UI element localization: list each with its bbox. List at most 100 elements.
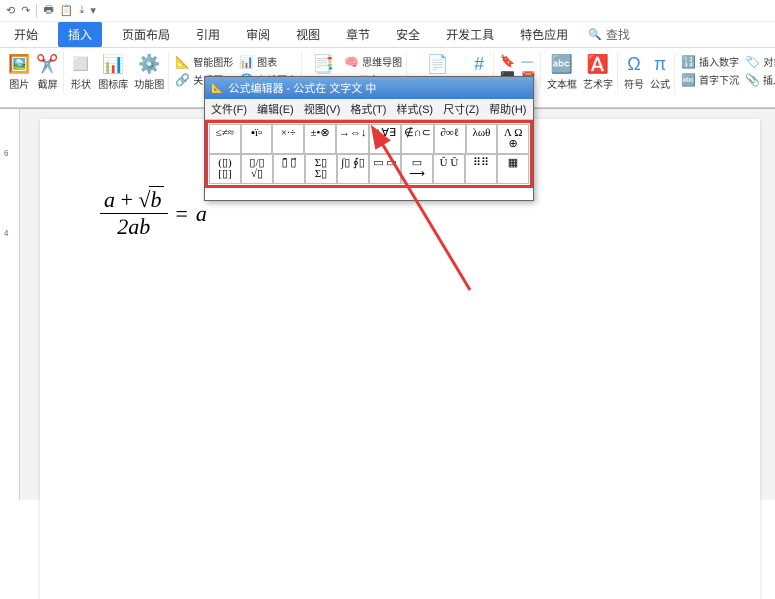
eq-menu-edit[interactable]: 编辑(E): [257, 101, 294, 117]
smart-shape-button[interactable]: 📐智能图形: [175, 54, 233, 69]
eq-template-integral[interactable]: ∫▯ ∮▯: [337, 154, 369, 184]
eq-template-underover[interactable]: ▭ ▭: [369, 154, 401, 184]
ruler-mark: 4: [4, 229, 8, 238]
tab-references[interactable]: 引用: [190, 22, 226, 47]
eq-template-overbar[interactable]: ▯̄ ▯⃗: [273, 154, 305, 184]
relation-icon: 🔗: [175, 73, 190, 87]
bookmark-button[interactable]: 🔖: [500, 54, 515, 68]
eq-template-accents[interactable]: Û Ū: [433, 154, 465, 184]
gear-icon: ⚙️: [138, 54, 160, 75]
textbox-button[interactable]: 🔤文本框: [547, 54, 577, 91]
eq-template-arrows[interactable]: ▭ ⟶: [401, 154, 433, 184]
screenshot-button[interactable]: ✂️截屏: [36, 54, 58, 91]
mindmap-icon: 🧠: [344, 55, 359, 69]
equation-editor-titlebar[interactable]: 公式编辑器 - 公式在 文字文 中: [205, 77, 533, 99]
dropcap-icon: 🔤: [681, 73, 696, 87]
equation-editor-menubar: 文件(F) 编辑(E) 视图(V) 格式(T) 样式(S) 尺寸(Z) 帮助(H…: [205, 99, 533, 120]
eq-template-fences[interactable]: (▯) [▯]: [209, 154, 241, 184]
qat-separator: [36, 4, 37, 18]
drop-cap-button[interactable]: 🔤首字下沉: [681, 72, 739, 87]
eq-palette-greek-lc[interactable]: λωθ: [466, 124, 498, 154]
object-button[interactable]: 🏷对象: [745, 54, 775, 69]
shapes-icon: ◻️: [70, 54, 92, 75]
function-diagram-button[interactable]: ⚙️功能图: [134, 54, 164, 91]
equation-edit-area[interactable]: [205, 188, 533, 200]
omega-icon: Ω: [627, 54, 640, 75]
textbox-icon: 🔤: [551, 54, 573, 75]
bookmark-icon: 🔖: [500, 54, 515, 68]
ribbon-group-text: 🔤文本框 🅰️艺术字: [543, 52, 618, 93]
bar-chart-icon: 📊: [239, 55, 254, 69]
ribbon-group-shapes: ◻️形状 📊图标库 ⚙️功能图: [66, 52, 169, 93]
icon-library-button[interactable]: 📊图标库: [98, 54, 128, 91]
chart-icon: 📊: [102, 54, 124, 75]
eq-palette-spaces[interactable]: ▪ï▫: [241, 124, 273, 154]
ribbon-group-symbols: Ω符号 π公式: [620, 52, 675, 93]
tab-view[interactable]: 视图: [290, 22, 326, 47]
qat-undo-icon[interactable]: ⟲: [6, 4, 15, 17]
numerator-a: a: [104, 187, 115, 212]
equation-toolbar-row1: ≤≠≈ ▪ï▫ ×∙÷ ±•⊗ →⇔↓ ∴∀∃ ∉∩⊂ ∂∞ℓ λωθ Λ Ω …: [209, 124, 529, 154]
shapes-button[interactable]: ◻️形状: [70, 54, 92, 91]
symbol-button[interactable]: Ω符号: [624, 54, 644, 91]
eq-menu-style[interactable]: 样式(S): [396, 101, 433, 117]
tab-security[interactable]: 安全: [390, 22, 426, 47]
attachment-button[interactable]: 📎插入附件: [745, 72, 775, 87]
qat-save-icon[interactable]: ⤓: [80, 4, 85, 17]
ruler-mark: 6: [4, 149, 8, 158]
quick-access-toolbar: ⟲ ↷ 🖶 📋 ⤓ ▾: [0, 0, 775, 22]
tab-review[interactable]: 审阅: [240, 22, 276, 47]
eq-menu-view[interactable]: 视图(V): [304, 101, 341, 117]
tab-chapter[interactable]: 章节: [340, 22, 376, 47]
tab-special[interactable]: 特色应用: [514, 22, 574, 47]
wordart-button[interactable]: 🅰️艺术字: [583, 54, 613, 91]
eq-menu-size[interactable]: 尺寸(Z): [443, 101, 479, 117]
smartart-icon: 📐: [175, 55, 190, 69]
eq-menu-help[interactable]: 帮助(H): [489, 101, 526, 117]
tab-devtools[interactable]: 开发工具: [440, 22, 500, 47]
picture-icon: 🖼️: [8, 54, 30, 75]
qat-paste-icon[interactable]: 📋: [60, 4, 74, 17]
ribbon-group-images: 🖼️图片 ✂️截屏: [4, 52, 64, 93]
page-number-icon: #: [474, 54, 484, 75]
tab-page-layout[interactable]: 页面布局: [116, 22, 176, 47]
eq-palette-operators[interactable]: ×∙÷: [272, 124, 304, 154]
insert-number-button[interactable]: 🔢插入数字: [681, 54, 739, 69]
wordart-icon: 🅰️: [587, 54, 609, 75]
eq-template-boxes[interactable]: ▦: [497, 154, 529, 184]
tab-start[interactable]: 开始: [8, 22, 44, 47]
equation-editor-window[interactable]: 公式编辑器 - 公式在 文字文 中 文件(F) 编辑(E) 视图(V) 格式(T…: [204, 76, 534, 201]
ribbon-group-insert2: 🔢插入数字 🔤首字下沉 🏷对象 📎插入附件: [677, 52, 775, 89]
chart-button[interactable]: 📊图表: [239, 54, 297, 69]
eq-palette-logic[interactable]: ∴∀∃: [369, 124, 401, 154]
flowchart-icon: 📑: [312, 54, 334, 75]
insert-picture-button[interactable]: 🖼️图片: [8, 54, 30, 91]
rhs: a: [196, 201, 207, 227]
eq-palette-plusminus[interactable]: ±•⊗: [304, 124, 336, 154]
numerator: a + b: [100, 187, 168, 213]
eq-palette-set[interactable]: ∉∩⊂: [401, 124, 434, 154]
tab-insert[interactable]: 插入: [58, 22, 102, 47]
line-button[interactable]: —: [521, 54, 536, 68]
qat-more-icon[interactable]: ▾: [90, 4, 96, 17]
equation-toolbar-highlight: ≤≠≈ ▪ï▫ ×∙÷ ±•⊗ →⇔↓ ∴∀∃ ∉∩⊂ ∂∞ℓ λωθ Λ Ω …: [205, 120, 533, 188]
eq-template-fraction[interactable]: ▯/▯ √▯: [241, 154, 273, 184]
eq-menu-file[interactable]: 文件(F): [211, 101, 247, 117]
eq-palette-relations[interactable]: ≤≠≈: [209, 124, 241, 154]
search-input[interactable]: 查找: [588, 26, 630, 43]
qat-redo-icon[interactable]: ↷: [21, 4, 30, 17]
eq-palette-greek-uc[interactable]: Λ Ω ⊕: [497, 124, 529, 154]
sqrt: b: [138, 187, 163, 213]
main-tabs: 开始 插入 页面布局 引用 审阅 视图 章节 安全 开发工具 特色应用 查找: [0, 22, 775, 48]
equation-display[interactable]: a + b 2ab = a: [100, 187, 207, 240]
mindmap-button[interactable]: 🧠思维导图: [344, 54, 402, 69]
eq-template-matrix[interactable]: ⠿⠿: [465, 154, 497, 184]
equation-button[interactable]: π公式: [650, 54, 670, 91]
eq-palette-arrows[interactable]: →⇔↓: [336, 124, 370, 154]
eq-menu-format[interactable]: 格式(T): [350, 101, 386, 117]
radicand: b: [149, 186, 164, 212]
equals-sign: =: [176, 201, 188, 227]
qat-print-icon[interactable]: 🖶: [43, 1, 53, 20]
eq-palette-calc[interactable]: ∂∞ℓ: [434, 124, 466, 154]
eq-template-sum[interactable]: Σ▯ Σ▯: [305, 154, 337, 184]
